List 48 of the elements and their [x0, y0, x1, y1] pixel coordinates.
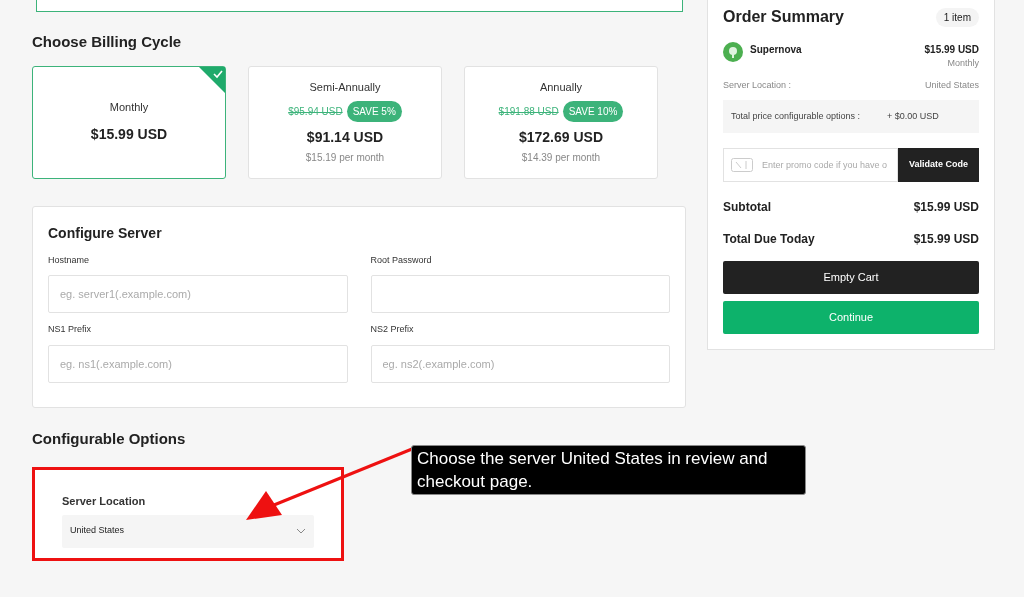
per-month-price: $15.19 per month	[305, 150, 385, 165]
save-badge: SAVE 5%	[346, 100, 402, 122]
section-title: Choose Billing Cycle	[32, 32, 183, 52]
validate-code-button[interactable]: Validate Code	[897, 148, 979, 182]
input-field[interactable]	[370, 275, 670, 313]
coupon-icon	[731, 158, 753, 172]
field-label: Server Location	[62, 494, 147, 509]
input-field[interactable]: eg. ns1(.example.com)	[48, 344, 348, 383]
input-field[interactable]: eg. ns2(.example.com)	[370, 344, 670, 383]
subtotal-label: Subtotal	[723, 199, 771, 216]
per-month-price: $14.39 per month	[521, 150, 601, 165]
section-title: Configurable Options	[32, 428, 187, 449]
options-total-row: Total price configurable options : + $0.00 USD	[723, 100, 979, 133]
input-field[interactable]: eg. server1(.example.com)	[48, 275, 348, 313]
promo-code-field[interactable]: Enter promo code if you have o	[723, 148, 898, 182]
product-name: Supernova	[750, 43, 802, 57]
location-label: Server Location :	[723, 78, 792, 92]
product-icon	[723, 42, 743, 62]
cycle-label: Monthly	[109, 99, 149, 115]
billing-option[interactable]: Semi-Annually $95.94 USD SAVE 5% $91.14 USD $15.19 per month	[248, 65, 442, 179]
billing-option[interactable]: Monthly $15.99 USD	[32, 65, 226, 179]
empty-cart-button[interactable]: Empty Cart	[723, 261, 979, 294]
cycle-price: $172.69 USD	[518, 127, 604, 147]
product-price: $15.99 USD	[924, 43, 979, 57]
location-value: United States	[924, 78, 979, 92]
field-label: NS1 Prefix	[48, 323, 92, 336]
field-label: Root Password	[370, 253, 433, 267]
subtotal-value: $15.99 USD	[913, 199, 979, 216]
old-price: $95.94 USD	[288, 104, 343, 119]
total-value: $15.99 USD	[913, 231, 979, 248]
billing-option[interactable]: Annually $191.88 USD SAVE 10% $172.69 USD $14.39 per month	[464, 65, 658, 179]
checkmark-icon	[199, 66, 225, 93]
save-badge: SAVE 10%	[562, 100, 624, 122]
cycle-label: Semi-Annually	[309, 80, 381, 96]
annotation-callout: Choose the server United States in review and checkout page.	[411, 445, 806, 495]
old-price: $191.88 USD	[498, 104, 559, 119]
section-title: Configure Server	[48, 223, 163, 243]
total-label: Total Due Today	[723, 231, 815, 248]
item-count-badge: 1 item	[935, 7, 979, 27]
cycle-label: Annually	[539, 80, 583, 96]
field-label: NS2 Prefix	[370, 323, 415, 336]
cycle-price: $91.14 USD	[306, 127, 384, 147]
cycle-price: $15.99 USD	[90, 125, 168, 145]
field-label: Hostname	[48, 253, 91, 267]
location-select[interactable]: United States	[62, 514, 314, 548]
chevron-down-icon	[296, 528, 306, 534]
summary-title: Order Summary	[723, 7, 844, 27]
billing-cycle: Monthly	[947, 57, 979, 70]
